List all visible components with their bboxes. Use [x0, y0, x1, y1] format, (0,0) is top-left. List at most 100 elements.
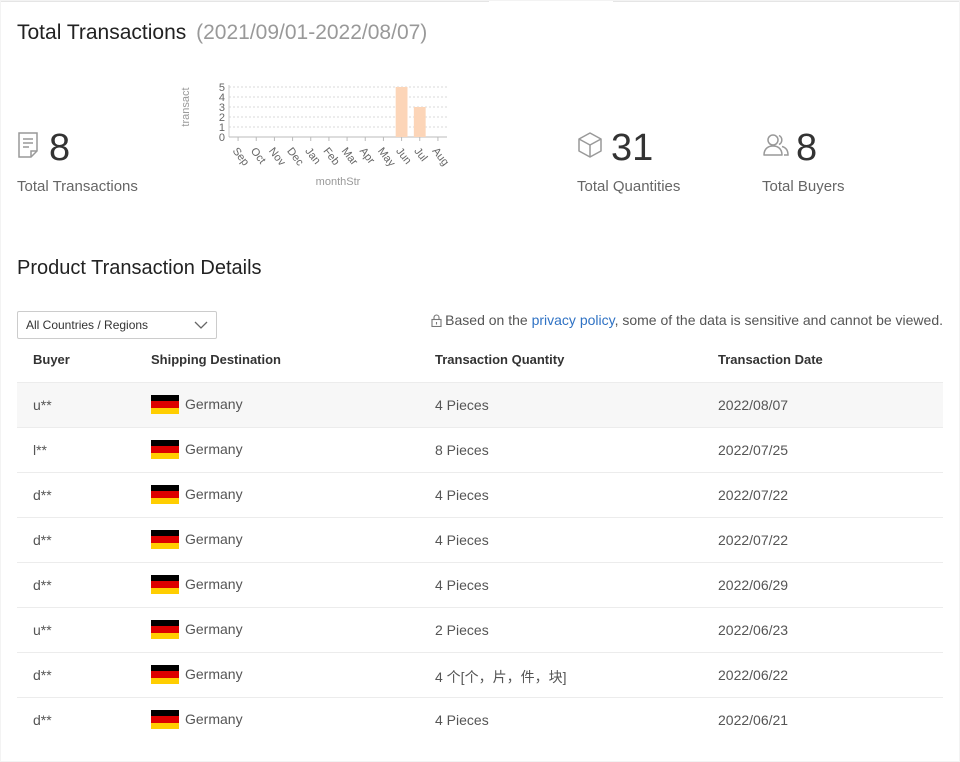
- table-row: d** Germany 4 Pieces 2022/07/22: [17, 517, 943, 562]
- select-value: All Countries / Regions: [26, 318, 149, 332]
- cell-date: 2022/07/22: [718, 487, 789, 503]
- y-axis-label: transact: [180, 87, 192, 126]
- stat-value: 8: [49, 127, 71, 169]
- users-icon: [763, 134, 789, 156]
- destination-text: Germany: [185, 441, 243, 457]
- x-tick-label: Mar: [339, 145, 360, 168]
- table-row: d** Germany 4 Pieces 2022/07/22: [17, 472, 943, 517]
- privacy-policy-link[interactable]: privacy policy: [532, 312, 615, 328]
- germany-flag-icon: [151, 440, 179, 459]
- x-tick-label: Apr: [357, 145, 377, 166]
- cell-date: 2022/06/21: [718, 712, 789, 728]
- germany-flag-icon: [151, 530, 179, 549]
- cell-quantity: 4 Pieces: [435, 487, 489, 503]
- destination-text: Germany: [185, 396, 243, 412]
- cell-destination: Germany: [151, 710, 243, 729]
- cell-quantity: 4 Pieces: [435, 532, 489, 548]
- table-row: u** Germany 4 Pieces 2022/08/07: [17, 382, 943, 427]
- stat-value: 8: [796, 127, 818, 169]
- x-tick-label: May: [375, 145, 398, 169]
- cell-quantity: 8 Pieces: [435, 442, 489, 458]
- x-axis-label: monthStr: [316, 176, 361, 188]
- chart-bar: [395, 87, 408, 137]
- column-header-date: Transaction Date: [718, 352, 823, 367]
- cell-buyer: d**: [33, 532, 52, 548]
- germany-flag-icon: [151, 395, 179, 414]
- cell-buyer: u**: [33, 622, 52, 638]
- cell-buyer: d**: [33, 487, 52, 503]
- column-header-buyer: Buyer: [33, 352, 70, 367]
- germany-flag-icon: [151, 485, 179, 504]
- destination-text: Germany: [185, 711, 243, 727]
- privacy-suffix: , some of the data is sensitive and cann…: [614, 312, 943, 328]
- destination-text: Germany: [185, 666, 243, 682]
- cell-buyer: u**: [33, 397, 52, 413]
- x-tick-label: Oct: [248, 145, 268, 166]
- date-range: (2021/09/01-2022/08/07): [196, 21, 428, 44]
- destination-text: Germany: [185, 621, 243, 637]
- cell-quantity: 2 Pieces: [435, 622, 489, 638]
- cell-date: 2022/06/23: [718, 622, 789, 638]
- x-tick-label: Jun: [393, 145, 413, 166]
- table-row: l** Germany 8 Pieces 2022/07/25: [17, 427, 943, 472]
- table-row: d** Germany 4 Pieces 2022/06/21: [17, 697, 943, 742]
- x-tick-label: Sep: [230, 145, 252, 168]
- cell-destination: Germany: [151, 440, 243, 459]
- cell-destination: Germany: [151, 530, 243, 549]
- cell-destination: Germany: [151, 665, 243, 684]
- cell-quantity: 4 Pieces: [435, 577, 489, 593]
- cell-destination: Germany: [151, 485, 243, 504]
- cell-date: 2022/06/29: [718, 577, 789, 593]
- cell-quantity: 4 Pieces: [435, 712, 489, 728]
- chart-bar: [413, 107, 426, 137]
- transactions-chart: 0 1 2 3 4 5 Sep Oct Nov Dec Jan Feb Mar Apr May Jun Jul A…: [171, 59, 471, 199]
- destination-text: Germany: [185, 576, 243, 592]
- document-icon: [18, 132, 38, 158]
- tab-border: [1, 1, 489, 2]
- lock-icon: [431, 314, 442, 327]
- germany-flag-icon: [151, 575, 179, 594]
- cell-buyer: d**: [33, 577, 52, 593]
- cell-destination: Germany: [151, 395, 243, 414]
- cell-destination: Germany: [151, 575, 243, 594]
- cell-date: 2022/06/22: [718, 667, 789, 683]
- x-tick-label: Feb: [321, 145, 342, 167]
- country-region-select[interactable]: All Countries / Regions: [17, 311, 217, 339]
- table-body: u** Germany 4 Pieces 2022/08/07 l** Germany 8 …: [17, 382, 943, 742]
- cell-buyer: d**: [33, 712, 52, 728]
- privacy-prefix: Based on the: [445, 312, 528, 328]
- table-row: u** Germany 2 Pieces 2022/06/23: [17, 607, 943, 652]
- stat-label: Total Buyers: [762, 178, 845, 195]
- destination-text: Germany: [185, 486, 243, 502]
- column-header-destination: Shipping Destination: [151, 352, 281, 367]
- table-header: Buyer Shipping Destination Transaction Q…: [17, 339, 943, 382]
- title-text: Total Transactions: [17, 21, 187, 44]
- column-header-quantity: Transaction Quantity: [435, 352, 565, 367]
- destination-text: Germany: [185, 531, 243, 547]
- transaction-table: Buyer Shipping Destination Transaction Q…: [17, 339, 943, 742]
- cell-date: 2022/07/22: [718, 532, 789, 548]
- page-title: Total Transactions (2021/09/01-2022/08/0…: [17, 21, 427, 45]
- table-row: d** Germany 4 Pieces 2022/06/29: [17, 562, 943, 607]
- table-row: d** Germany 4 个[个，片，件，块] 2022/06/22: [17, 652, 943, 697]
- x-tick-label: Aug: [430, 145, 452, 168]
- cell-date: 2022/08/07: [718, 397, 789, 413]
- cell-buyer: d**: [33, 667, 52, 683]
- x-tick-label: Jul: [411, 145, 429, 163]
- tab-border: [613, 1, 959, 2]
- box-icon: [578, 132, 602, 158]
- stat-label: Total Transactions: [17, 178, 138, 195]
- x-tick-label: Nov: [266, 145, 288, 168]
- cell-quantity: 4 Pieces: [435, 397, 489, 413]
- stat-value: 31: [611, 127, 654, 169]
- cell-destination: Germany: [151, 620, 243, 639]
- chart-svg: 012345SepOctNovDecJanFebMarAprMayJunJul A…: [180, 82, 452, 188]
- germany-flag-icon: [151, 620, 179, 639]
- x-tick-label: Dec: [284, 145, 306, 168]
- cell-date: 2022/07/25: [718, 442, 789, 458]
- germany-flag-icon: [151, 710, 179, 729]
- cell-buyer: l**: [33, 442, 48, 458]
- germany-flag-icon: [151, 665, 179, 684]
- cell-quantity: 4 个[个，片，件，块]: [435, 669, 567, 685]
- chevron-down-icon: [194, 321, 208, 329]
